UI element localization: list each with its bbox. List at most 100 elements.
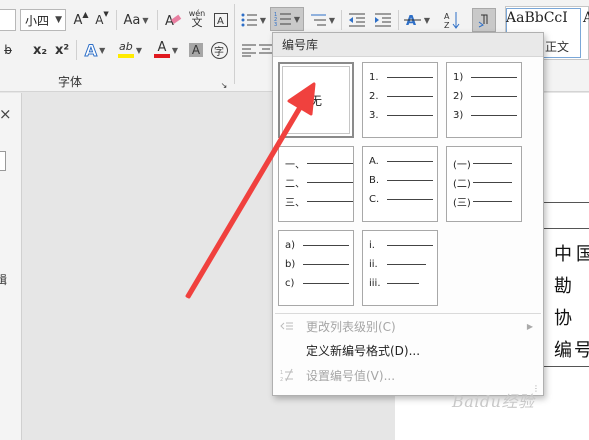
- numbering-row-label: 三、: [285, 198, 305, 209]
- char-shading-button[interactable]: A: [186, 38, 206, 62]
- font-color-button[interactable]: A ▼: [150, 38, 182, 62]
- sort-button[interactable]: AZ: [440, 8, 466, 32]
- subscript-button[interactable]: x₂: [30, 38, 50, 62]
- doc-char: 编: [554, 340, 572, 361]
- numbering-button[interactable]: 1 2 3 ▼: [270, 7, 304, 31]
- align-center-button[interactable]: [258, 38, 272, 62]
- numbering-row-label: 1): [453, 72, 464, 83]
- phonetic-guide-button[interactable]: wén 文: [186, 6, 208, 30]
- paragraph-mark-icon: [478, 14, 488, 28]
- numbering-row-label: b): [285, 259, 296, 270]
- number-value-icon: 12: [279, 367, 295, 383]
- numbering-row-label: (二): [453, 179, 471, 190]
- numbering-row-label: ii.: [369, 259, 378, 270]
- define-new-number-format-item[interactable]: 定义新编号格式(D)...: [273, 339, 543, 361]
- clear-formatting-button[interactable]: A: [162, 8, 184, 32]
- eraser-icon: A: [165, 14, 182, 28]
- set-numbering-value-item[interactable]: 12 设置编号值(V)...: [273, 364, 543, 386]
- change-case-icon: Aa: [123, 12, 141, 28]
- numbering-row-line: [387, 245, 433, 246]
- increase-indent-button[interactable]: [371, 8, 395, 32]
- numbering-tile[interactable]: 1. 2. 3.: [362, 62, 438, 138]
- numbering-row-line: [472, 163, 512, 164]
- numbering-row-label: (一): [453, 160, 471, 171]
- numbering-icon: 123: [274, 12, 291, 27]
- style-next-sample: A: [583, 10, 589, 26]
- numbering-row-label: 一、: [285, 160, 305, 171]
- svg-text:3: 3: [274, 22, 277, 27]
- numbering-row-line: [303, 245, 349, 246]
- numbering-row-line: [387, 96, 433, 97]
- numbering-none-tile[interactable]: 无: [278, 62, 354, 138]
- shrink-font-button[interactable]: A ▼: [92, 8, 112, 32]
- numbering-row-line: [472, 182, 512, 183]
- numbering-tile[interactable]: (一) (二) (三): [446, 146, 522, 222]
- font-dialog-launcher[interactable]: ↘: [219, 80, 229, 90]
- chinese-layout-button[interactable]: A ▼: [401, 8, 433, 32]
- numbering-row-label: iii.: [369, 278, 381, 289]
- enclose-char-button[interactable]: 字: [208, 38, 230, 62]
- numbering-row: 2): [453, 91, 517, 102]
- superscript-button[interactable]: x²: [52, 38, 72, 62]
- numbering-row-line: [387, 77, 433, 78]
- numbering-tile[interactable]: 一、 二、 三、: [278, 146, 354, 222]
- multilevel-list-button[interactable]: ▼: [306, 8, 338, 32]
- change-case-button[interactable]: Aa ▼: [120, 8, 152, 32]
- nav-partial-text: 辑: [0, 273, 8, 287]
- search-box-edge[interactable]: [0, 151, 6, 171]
- table-rule-top: [543, 202, 589, 203]
- change-list-level-item[interactable]: 更改列表级别(C) ▶: [273, 315, 543, 337]
- text-effects-icon: A: [84, 40, 98, 60]
- font-name-combo[interactable]: [0, 9, 16, 31]
- numbering-tile[interactable]: A. B. C.: [362, 146, 438, 222]
- change-list-level-label: 更改列表级别(C): [306, 319, 396, 334]
- numbering-row-label: A.: [369, 156, 379, 167]
- decrease-indent-icon: [349, 13, 365, 27]
- numbering-tile[interactable]: a) b) c): [278, 230, 354, 306]
- svg-text:A: A: [444, 12, 450, 21]
- highlight-button[interactable]: ab ▼: [114, 38, 146, 62]
- show-marks-button[interactable]: [472, 8, 496, 32]
- numbering-row: b): [285, 259, 349, 270]
- numbering-row: (三): [453, 194, 512, 209]
- numbering-row-line: [387, 264, 426, 265]
- char-border-button[interactable]: A: [210, 8, 232, 32]
- doc-char: 协: [554, 308, 572, 329]
- numbering-row-label: 2): [453, 91, 464, 102]
- close-icon[interactable]: ×: [0, 105, 12, 123]
- svg-text:1: 1: [280, 370, 283, 376]
- numbering-row: (二): [453, 175, 512, 190]
- numbering-row-line: [303, 283, 349, 284]
- svg-text:A: A: [406, 14, 416, 28]
- numbering-tile[interactable]: i. ii. iii.: [362, 230, 438, 306]
- char-shading-icon: A: [188, 43, 204, 57]
- strikethrough-button[interactable]: b: [0, 38, 16, 62]
- numbering-tile[interactable]: 1) 2) 3): [446, 62, 522, 138]
- highlight-icon: ab: [119, 40, 133, 53]
- numbering-row-line: [471, 115, 517, 116]
- multilevel-list-icon: [310, 14, 326, 26]
- text-effects-button[interactable]: A ▼: [80, 38, 110, 62]
- bullets-button[interactable]: ▼: [238, 8, 268, 32]
- numbering-row: a): [285, 240, 349, 251]
- decrease-indent-button[interactable]: [345, 8, 369, 32]
- font-size-combo[interactable]: 小四 ▼: [20, 9, 66, 31]
- svg-text:2: 2: [280, 377, 283, 382]
- numbering-row-line: [387, 115, 433, 116]
- numbering-row-line: [387, 199, 433, 200]
- numbering-row: ii.: [369, 259, 426, 270]
- increase-indent-icon: [375, 13, 391, 27]
- table-bottom-border: [543, 366, 589, 367]
- chinese-layout-icon: A: [403, 14, 421, 28]
- set-numbering-value-label: 设置编号值(V)...: [306, 368, 396, 383]
- chevron-down-icon: ▼: [55, 15, 62, 25]
- font-size-value: 小四: [25, 13, 50, 28]
- numbering-row-label: 3.: [369, 110, 379, 121]
- numbering-row-line: [387, 283, 419, 284]
- align-left-button[interactable]: [238, 38, 260, 62]
- grow-font-button[interactable]: A ▲: [70, 8, 92, 32]
- numbering-row: (一): [453, 156, 512, 171]
- numbering-row-label: 二、: [285, 179, 305, 190]
- menu-separator: [275, 313, 541, 314]
- svg-text:Z: Z: [444, 21, 450, 29]
